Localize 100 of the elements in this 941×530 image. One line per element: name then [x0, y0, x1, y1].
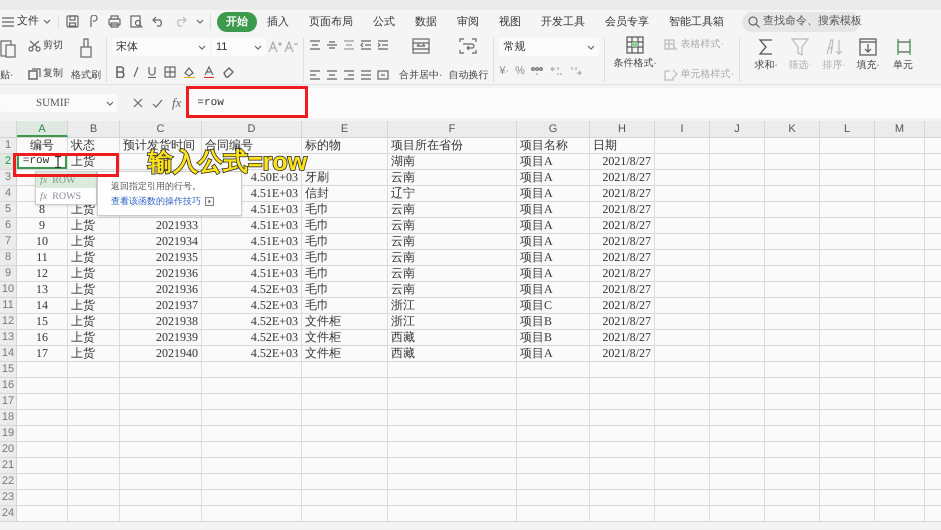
- currency-button[interactable]: ¥·: [499, 62, 510, 79]
- function-suggestion[interactable]: fx ROWS: [36, 188, 96, 204]
- column-header[interactable]: K: [765, 121, 820, 137]
- align-left-icon[interactable]: [309, 70, 321, 80]
- fill-down-icon[interactable]: [859, 38, 878, 56]
- row-header[interactable]: 21: [0, 458, 17, 473]
- search-field[interactable]: 查找命令、搜索模板: [742, 12, 860, 32]
- border-icon[interactable]: [164, 66, 176, 78]
- row-header[interactable]: 23: [0, 490, 17, 505]
- sum-icon[interactable]: [758, 38, 774, 56]
- expand-icon[interactable]: [205, 196, 214, 206]
- preview-icon[interactable]: [130, 15, 143, 28]
- row-header[interactable]: 8: [0, 250, 17, 265]
- help-link[interactable]: 查看该函数的操作技巧: [111, 196, 201, 206]
- row-header[interactable]: 18: [0, 410, 17, 425]
- column-header[interactable]: M: [875, 121, 925, 137]
- number-format-dropdown[interactable]: 常规: [499, 38, 600, 56]
- ribbon-tab[interactable]: 开发工具: [531, 12, 595, 32]
- confirm-icon[interactable]: [152, 98, 163, 108]
- ribbon-tab[interactable]: 数据: [405, 12, 447, 32]
- ribbon-button[interactable]: 填充·: [856, 60, 880, 72]
- fill-color-icon[interactable]: [183, 66, 196, 78]
- hook-icon[interactable]: [88, 15, 99, 28]
- file-menu[interactable]: 文件: [17, 13, 39, 30]
- ribbon-button[interactable]: 单元: [893, 60, 914, 72]
- wrap-text-button[interactable]: 自动换行: [448, 70, 488, 82]
- ribbon-tab[interactable]: 页面布局: [299, 12, 363, 32]
- row-header[interactable]: 5: [0, 202, 17, 217]
- cell-style-icon[interactable]: [664, 69, 678, 81]
- row-header[interactable]: 1: [0, 138, 17, 153]
- italic-icon[interactable]: [132, 66, 140, 78]
- name-box[interactable]: SUMIF: [0, 94, 117, 112]
- column-header[interactable]: D: [202, 121, 302, 137]
- ribbon-tab[interactable]: 视图: [489, 12, 531, 32]
- row-header[interactable]: 13: [0, 330, 17, 345]
- row-header[interactable]: 3: [0, 170, 17, 185]
- undo-icon[interactable]: [152, 16, 165, 27]
- merge-icon[interactable]: [412, 38, 430, 54]
- column-header[interactable]: J: [710, 121, 765, 137]
- scissors-icon[interactable]: [28, 40, 41, 52]
- row-header[interactable]: 6: [0, 218, 17, 233]
- row-header[interactable]: 10: [0, 282, 17, 297]
- font-color-icon[interactable]: [203, 66, 215, 78]
- caret-icon[interactable]: [106, 100, 114, 106]
- cut-button[interactable]: 剪切: [43, 40, 63, 52]
- format-painter-button[interactable]: 格式刷: [71, 70, 101, 82]
- table-grid-icon[interactable]: [626, 36, 644, 54]
- paste-button[interactable]: 贴·: [0, 70, 14, 82]
- formula-field[interactable]: =row: [187, 88, 941, 118]
- caret-icon[interactable]: [198, 44, 206, 50]
- row-header[interactable]: 16: [0, 378, 17, 393]
- bold-icon[interactable]: [115, 66, 125, 78]
- align-center-icon[interactable]: [326, 70, 338, 80]
- function-button[interactable]: fx: [172, 93, 182, 113]
- cancel-icon[interactable]: [133, 98, 143, 108]
- column-header[interactable]: H: [590, 121, 655, 137]
- column-header[interactable]: F: [388, 121, 517, 137]
- align-top-icon[interactable]: [309, 40, 321, 50]
- justify-icon[interactable]: [360, 70, 372, 80]
- row-header[interactable]: 9: [0, 266, 17, 281]
- ribbon-button[interactable]: 条件格式·: [613, 58, 657, 70]
- thousands-icon[interactable]: [530, 66, 544, 76]
- row-header[interactable]: 22: [0, 474, 17, 489]
- column-header[interactable]: E: [302, 121, 388, 137]
- column-header[interactable]: A: [17, 121, 68, 137]
- ribbon-tab[interactable]: 会员专享: [595, 12, 659, 32]
- column-header[interactable]: I: [655, 121, 710, 137]
- merge-button[interactable]: 合并居中·: [399, 70, 442, 82]
- percent-button[interactable]: %: [515, 62, 525, 79]
- distribute-icon[interactable]: [377, 70, 389, 80]
- paste-icon[interactable]: [0, 38, 16, 58]
- column-header[interactable]: C: [120, 121, 202, 137]
- row-header[interactable]: 20: [0, 442, 17, 457]
- copy-icon[interactable]: [28, 68, 41, 80]
- row-header[interactable]: 12: [0, 314, 17, 329]
- align-bottom-icon[interactable]: [343, 40, 355, 50]
- ribbon-tab[interactable]: 公式: [363, 12, 405, 32]
- row-header[interactable]: 11: [0, 298, 17, 313]
- column-header[interactable]: B: [68, 121, 120, 137]
- column-header[interactable]: G: [517, 121, 590, 137]
- copy-button[interactable]: 复制: [43, 68, 63, 80]
- indent-increase-icon[interactable]: [377, 40, 389, 50]
- wrap-text-icon[interactable]: [459, 38, 478, 54]
- row-header[interactable]: 7: [0, 234, 17, 249]
- row-header[interactable]: 14: [0, 346, 17, 361]
- align-right-icon[interactable]: [343, 70, 355, 80]
- underline-icon[interactable]: [147, 66, 157, 78]
- column-header[interactable]: L: [820, 121, 875, 137]
- menu-icon[interactable]: [2, 16, 14, 26]
- ribbon-tab[interactable]: 开始: [217, 12, 257, 32]
- ribbon-tab[interactable]: 审阅: [447, 12, 489, 32]
- brush-icon[interactable]: [79, 38, 93, 58]
- save-icon[interactable]: [66, 15, 79, 28]
- ribbon-tab[interactable]: 智能工具箱: [659, 12, 734, 32]
- caret-icon[interactable]: [43, 19, 51, 24]
- caret-icon[interactable]: [587, 44, 596, 50]
- caret-icon[interactable]: [254, 44, 262, 50]
- eraser-icon[interactable]: [222, 66, 235, 78]
- align-middle-icon[interactable]: [326, 40, 338, 50]
- ribbon-tab[interactable]: 插入: [257, 12, 299, 32]
